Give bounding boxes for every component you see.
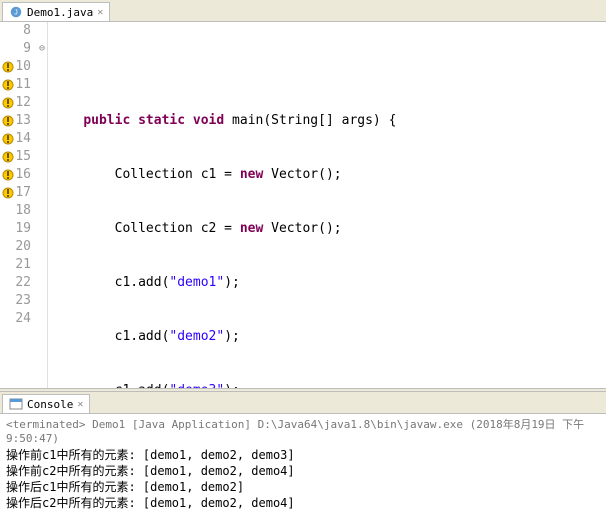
code-line: public static void main(String[] args) { <box>48 112 606 130</box>
warning-icon <box>1 168 15 182</box>
warning-icon <box>1 96 15 110</box>
code-editor[interactable]: 8 9 10 11 12 13 14 15 16 17 18 19 20 21 … <box>0 22 606 388</box>
warning-icon <box>1 150 15 164</box>
java-file-icon: J <box>9 5 23 19</box>
code-line: Collection c1 = new Vector(); <box>48 166 606 184</box>
console-output[interactable]: 操作前c1中所有的元素: [demo1, demo2, demo3] 操作前c2… <box>0 447 606 511</box>
warning-icon <box>1 132 15 146</box>
console-line: 操作前c2中所有的元素: [demo1, demo2, demo4] <box>6 463 600 479</box>
editor-tab-bar: J Demo1.java ✕ <box>0 0 606 22</box>
console-tab[interactable]: Console ✕ <box>2 394 90 413</box>
code-line: c1.add("demo1"); <box>48 274 606 292</box>
line-number-gutter: 8 9 10 11 12 13 14 15 16 17 18 19 20 21 … <box>0 22 48 388</box>
code-line <box>48 58 606 76</box>
warning-icon <box>1 60 15 74</box>
code-line: c1.add("demo2"); <box>48 328 606 346</box>
warning-icon <box>1 186 15 200</box>
code-line: Collection c2 = new Vector(); <box>48 220 606 238</box>
console-panel: Console ✕ <terminated> Demo1 [Java Appli… <box>0 392 606 511</box>
console-icon <box>9 397 23 411</box>
warning-icon <box>1 114 15 128</box>
code-area[interactable]: public static void main(String[] args) {… <box>48 22 606 388</box>
console-terminated-line: <terminated> Demo1 [Java Application] D:… <box>0 414 606 447</box>
close-icon[interactable]: ✕ <box>77 399 83 410</box>
editor-tab-label: Demo1.java <box>27 6 93 19</box>
console-line: 操作后c2中所有的元素: [demo1, demo2, demo4] <box>6 495 600 511</box>
console-line: 操作前c1中所有的元素: [demo1, demo2, demo3] <box>6 447 600 463</box>
console-line: 操作后c1中所有的元素: [demo1, demo2] <box>6 479 600 495</box>
svg-text:J: J <box>14 10 18 17</box>
close-icon[interactable]: ✕ <box>97 7 103 18</box>
console-tab-label: Console <box>27 398 73 411</box>
editor-tab-demo1[interactable]: J Demo1.java ✕ <box>2 2 110 21</box>
console-tab-bar: Console ✕ <box>0 392 606 414</box>
warning-icon <box>1 78 15 92</box>
